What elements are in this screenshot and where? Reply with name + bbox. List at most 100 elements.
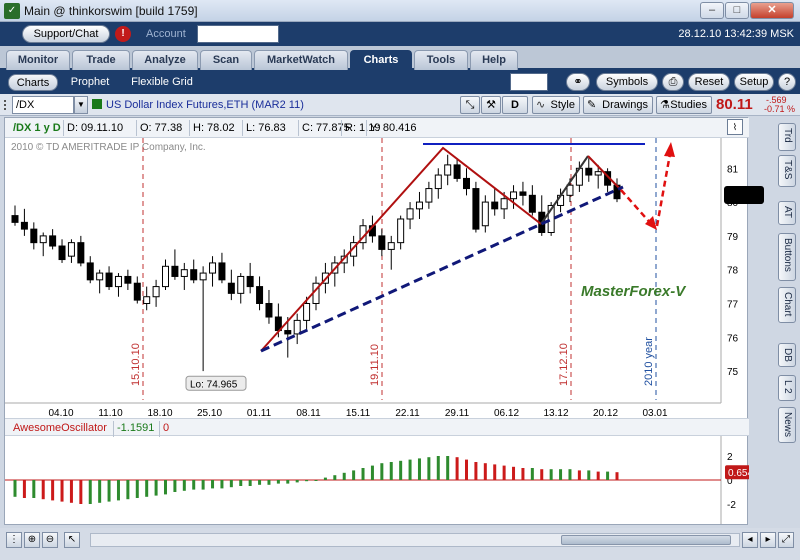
vertical-marker-label: 19.11.10 — [369, 344, 381, 386]
candle-body — [190, 269, 198, 281]
bar-close: C: 77.875 — [302, 122, 350, 134]
osc-bar — [248, 480, 252, 486]
title-bar: ✓ Main @ thinkorswim [build 1759] – □ ✕ — [0, 0, 800, 22]
pointer-icon[interactable]: ↖ — [64, 532, 80, 548]
color-selector[interactable] — [510, 73, 548, 91]
side-tab-db[interactable]: DB — [778, 343, 796, 367]
osc-bar — [126, 480, 130, 500]
tab-analyze[interactable]: Analyze — [132, 50, 198, 70]
candle-body — [284, 330, 292, 335]
vertical-marker-label: 17.12.10 — [558, 343, 570, 386]
print-icon[interactable]: ⎙ — [662, 73, 684, 91]
side-tab-buttons[interactable]: Buttons — [778, 233, 796, 281]
osc-tick: -2 — [727, 500, 736, 511]
scrollbar-thumb[interactable] — [561, 535, 731, 545]
forecast-down-arrow — [620, 189, 654, 227]
subtab-charts[interactable]: Charts — [8, 74, 58, 91]
chart-panel[interactable]: /DX 1 y D D: 09.11.10 O: 77.38 H: 78.02 … — [4, 117, 749, 525]
date-tick: 20.12 — [593, 408, 618, 418]
candle-body — [491, 201, 499, 210]
reset-button[interactable]: Reset — [688, 73, 730, 91]
help-icon[interactable]: ? — [778, 73, 796, 91]
aggregation-button[interactable]: D — [502, 96, 528, 114]
chart-settings-icon[interactable]: ⌇ — [727, 119, 743, 135]
price-marker — [724, 186, 764, 204]
tab-trade[interactable]: Trade — [72, 50, 130, 70]
tab-scan[interactable]: Scan — [200, 50, 252, 70]
osc-bar — [577, 470, 581, 480]
oscillator-chart[interactable]: 20-20.65463 — [5, 436, 749, 524]
side-tab-at[interactable]: AT — [778, 201, 796, 225]
black-trend-line — [540, 155, 589, 225]
osc-bar — [483, 463, 487, 480]
style-button[interactable]: ∿ Style — [532, 96, 580, 114]
side-tab-ts[interactable]: T&S — [778, 155, 796, 187]
candle-body — [387, 242, 395, 250]
pencil-icon: ✎ — [587, 99, 597, 111]
drawings-label: Drawings — [602, 99, 648, 111]
scroll-right-icon[interactable]: ▸ — [760, 532, 776, 548]
subtab-flexible-grid[interactable]: Flexible Grid — [126, 74, 198, 91]
zoom-in-icon[interactable]: ⊕ — [24, 532, 40, 548]
chart-scrollbar[interactable] — [90, 533, 740, 547]
minimize-button[interactable]: – — [700, 2, 724, 19]
alert-icon[interactable]: ! — [115, 26, 131, 42]
maximize-button[interactable]: □ — [725, 2, 749, 19]
osc-bar — [615, 472, 619, 480]
symbol-toolbar: /DX ▼ US Dollar Index Futures,ETH (MAR2 … — [0, 94, 800, 116]
candle-body — [114, 275, 122, 288]
candle-body — [425, 188, 433, 203]
setup-button[interactable]: Setup — [734, 73, 774, 91]
last-price: 80.11 — [716, 96, 753, 113]
zoom-out-icon[interactable]: ⊖ — [42, 532, 58, 548]
tab-marketwatch[interactable]: MarketWatch — [254, 50, 348, 70]
studies-label: Studies — [670, 99, 707, 111]
link-icon[interactable]: ⚭ — [566, 73, 590, 91]
expand-icon[interactable]: ⤢ — [778, 532, 794, 548]
candle-body — [39, 235, 47, 244]
chart-navigation-bar: ⋮ ⊕ ⊖ ↖ ◂ ▸ ⤢ — [0, 528, 800, 560]
studies-icon: ⚗ — [660, 99, 670, 111]
side-tab-news[interactable]: News — [778, 407, 796, 443]
scroll-left-icon[interactable]: ◂ — [742, 532, 758, 548]
close-button[interactable]: ✕ — [750, 2, 794, 19]
osc-bar — [352, 470, 356, 480]
subtab-prophet[interactable]: Prophet — [66, 74, 114, 91]
candle-body — [406, 208, 414, 220]
tab-tools[interactable]: Tools — [414, 50, 468, 70]
studies-button[interactable]: ⚗ Studies — [656, 96, 712, 114]
candle-body — [293, 319, 301, 335]
osc-bar — [314, 480, 318, 481]
price-tick: 75 — [727, 367, 739, 378]
wrench-icon[interactable]: ⚒ — [481, 96, 501, 114]
price-chart[interactable]: 8180797877767504.1011.1018.1025.1001.110… — [5, 138, 749, 418]
osc-bar — [389, 462, 393, 480]
tab-help[interactable]: Help — [470, 50, 518, 70]
bar-low: L: 76.83 — [246, 122, 286, 134]
account-field[interactable] — [197, 25, 279, 43]
tab-monitor[interactable]: Monitor — [6, 50, 70, 70]
candle-body — [256, 286, 264, 304]
oscillator-name[interactable]: AwesomeOscillator — [13, 422, 107, 434]
cursor-icon[interactable]: ⤡ — [460, 96, 480, 114]
symbol-input[interactable]: /DX — [12, 96, 74, 114]
support-chat-button[interactable]: Support/Chat — [22, 25, 110, 43]
drawings-button[interactable]: ✎ Drawings — [583, 96, 653, 114]
side-tab-chart[interactable]: Chart — [778, 287, 796, 323]
tab-charts[interactable]: Charts — [350, 50, 412, 70]
watermark-text: MasterForex-V — [581, 283, 687, 300]
candle-body — [11, 215, 19, 223]
date-tick: 15.11 — [346, 408, 371, 418]
candle-body — [303, 302, 311, 321]
candle-body — [133, 282, 141, 301]
symbol-dropdown-icon[interactable]: ▼ — [74, 96, 88, 114]
oscillator-header: AwesomeOscillator -1.1591 0 — [5, 418, 749, 437]
osc-bar — [229, 480, 233, 488]
symbols-button[interactable]: Symbols — [596, 73, 658, 91]
candle-body — [415, 201, 423, 210]
side-tab-trd[interactable]: Trd — [778, 123, 796, 151]
osc-bar — [211, 480, 215, 489]
osc-bar — [606, 471, 610, 480]
osc-bar — [521, 468, 525, 480]
side-tab-l2[interactable]: L 2 — [778, 375, 796, 401]
